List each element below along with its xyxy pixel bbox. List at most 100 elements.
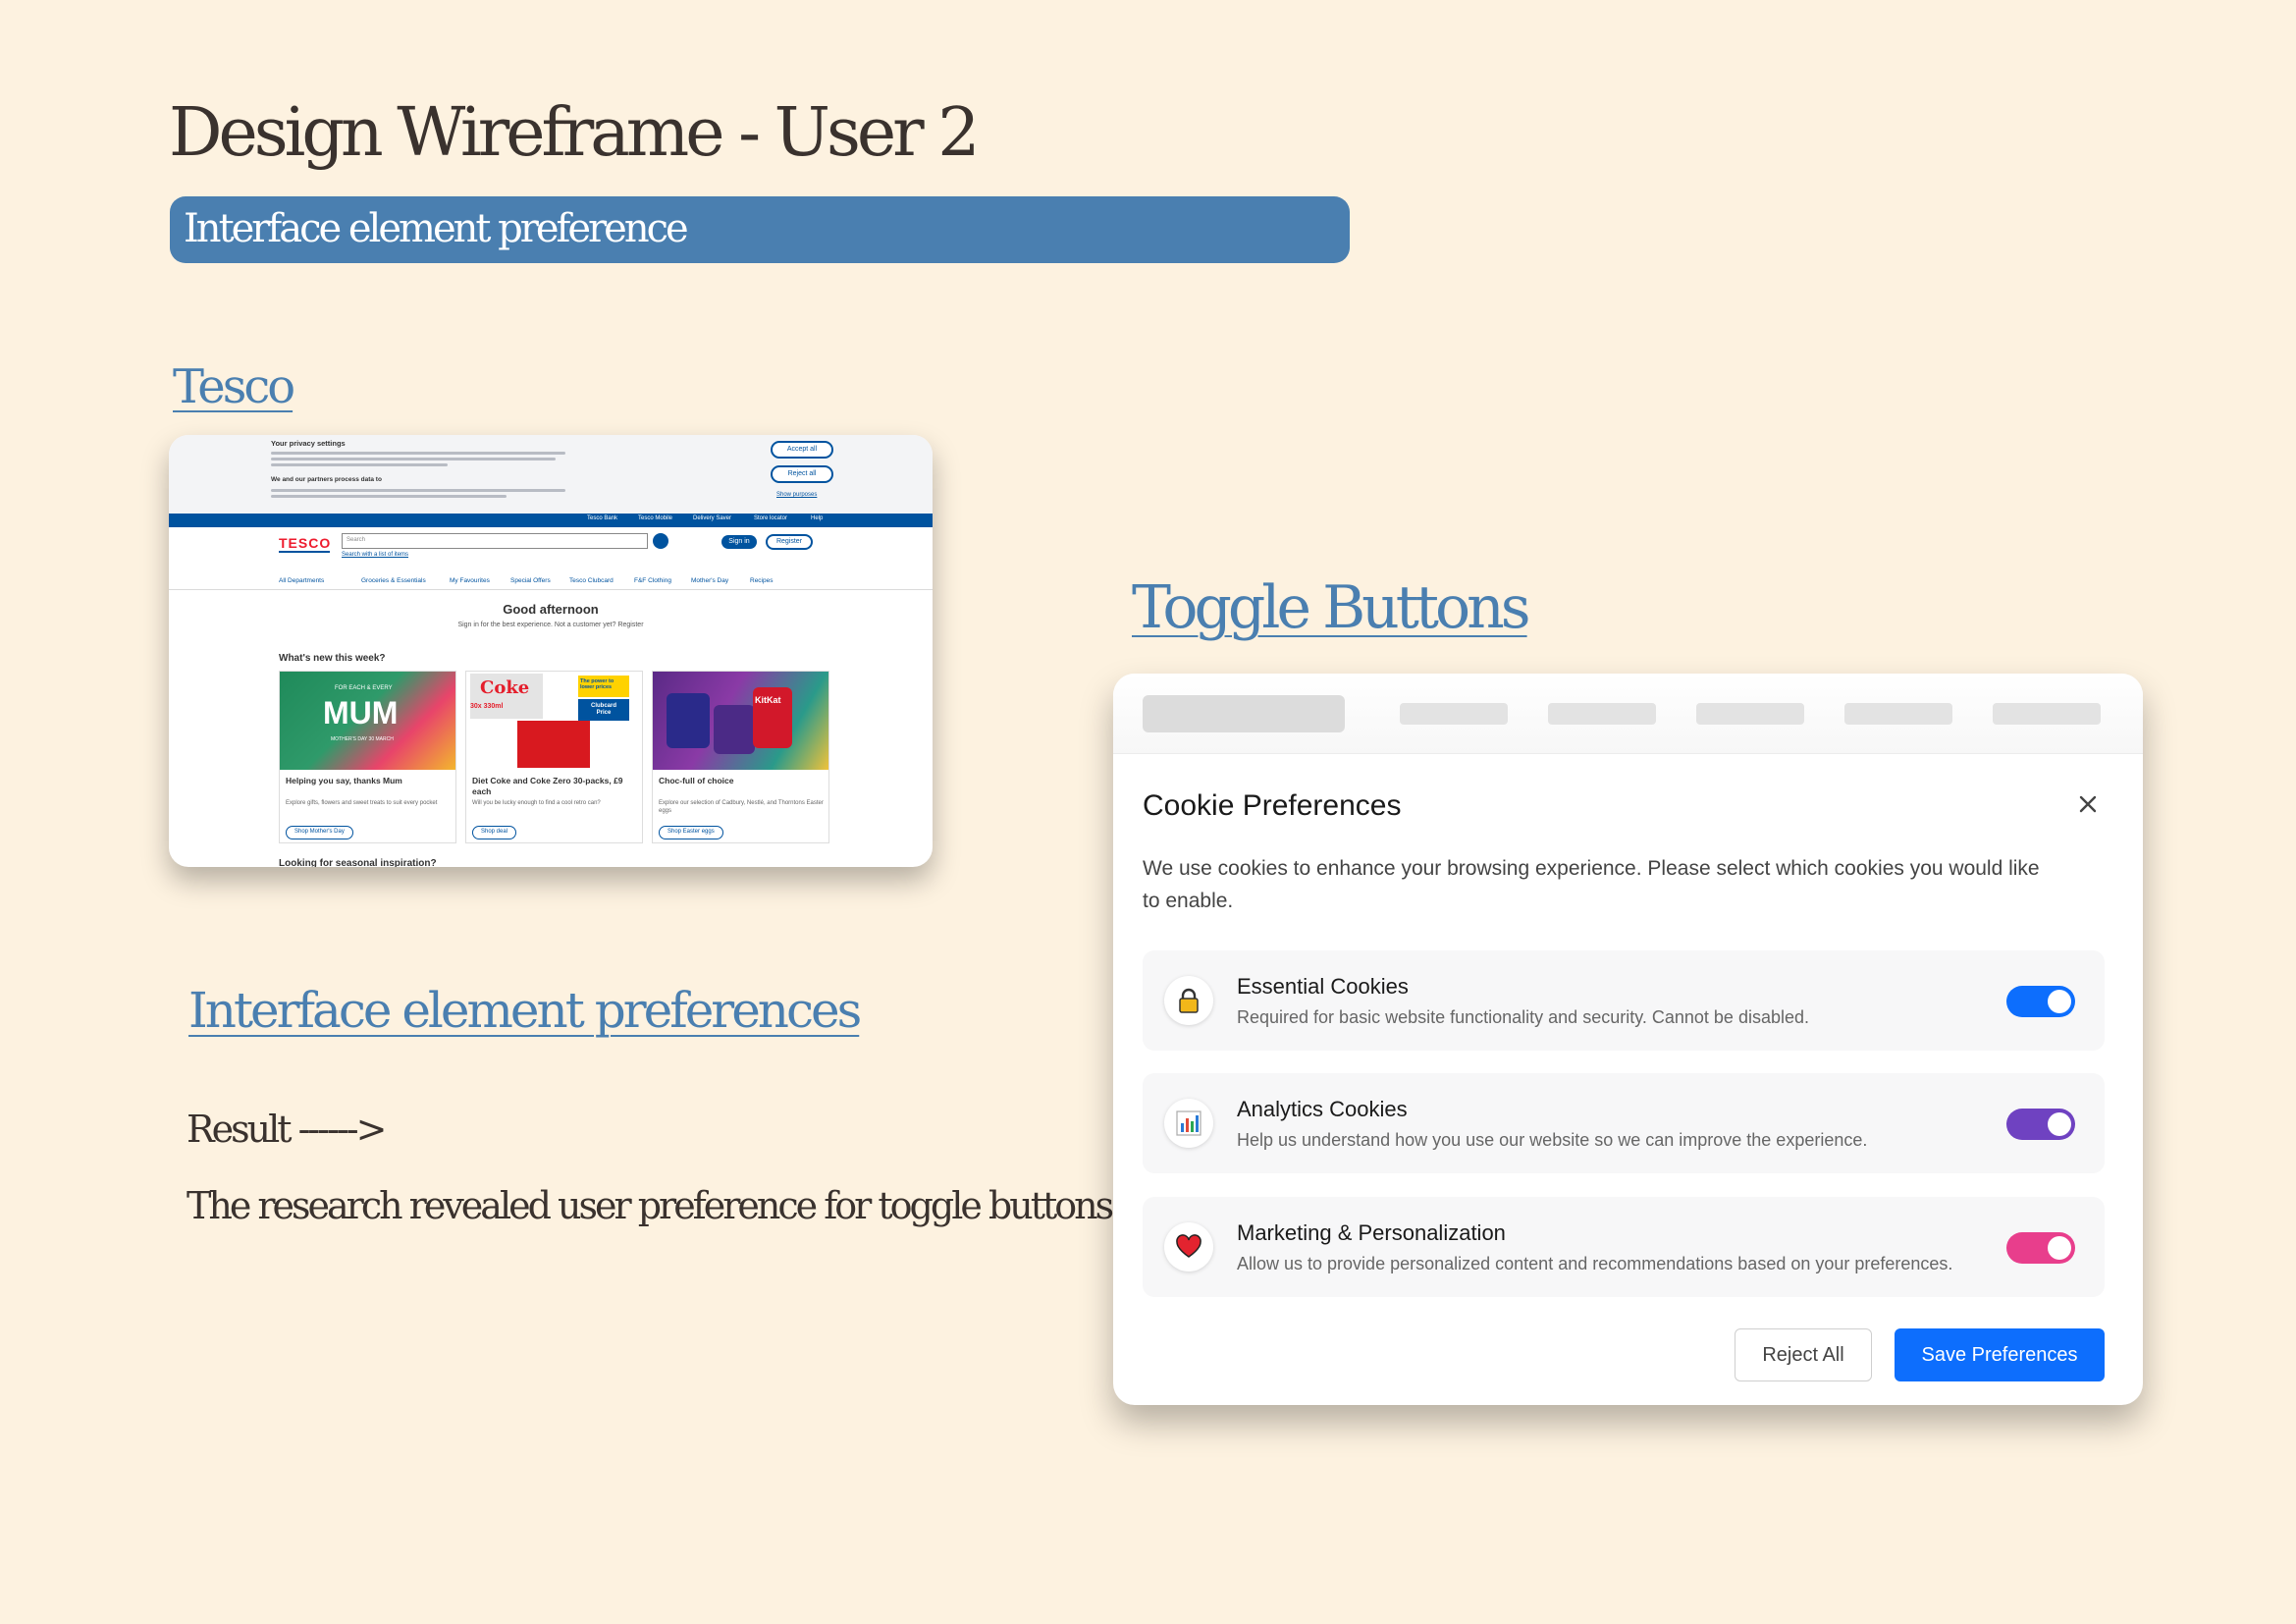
marketing-cookies-toggle[interactable] <box>2006 1232 2075 1264</box>
heart-icon <box>1164 1222 1213 1272</box>
search-icon[interactable] <box>653 533 668 549</box>
tesco-sign-in-button[interactable]: Sign in <box>721 535 757 549</box>
top-link[interactable]: Store locator <box>754 515 787 521</box>
tile-button[interactable]: Shop deal <box>472 826 517 839</box>
toggle-knob <box>2048 1236 2071 1260</box>
dialog-title: Cookie Preferences <box>1143 789 1402 822</box>
tesco-search-input[interactable]: Search <box>342 533 648 549</box>
nav-item[interactable]: F&F Clothing <box>634 577 671 584</box>
top-link[interactable]: Delivery Saver <box>693 515 731 521</box>
save-preferences-button[interactable]: Save Preferences <box>1895 1328 2105 1381</box>
top-link[interactable]: Help <box>811 515 823 521</box>
promo-tile[interactable]: Coke 30x 330ml The power to lower prices… <box>465 671 643 843</box>
pack-size: 30x 330ml <box>470 703 504 710</box>
clubcard-badge-text: Clubcard Price <box>590 703 616 716</box>
cookie-option-desc: Allow us to provide personalized content… <box>1237 1254 1953 1273</box>
top-link[interactable]: Tesco Bank <box>587 515 617 521</box>
result-text: Result ------> <box>187 1108 387 1151</box>
placeholder-nav-item <box>1993 703 2101 725</box>
tile-button[interactable]: Shop Mother's Day <box>286 826 353 839</box>
tesco-register-button[interactable]: Register <box>766 534 813 550</box>
privacy-text-line <box>271 489 565 492</box>
toggle-buttons-link[interactable]: Toggle Buttons <box>1132 573 1531 642</box>
banner-date: MOTHER'S DAY 30 MARCH <box>331 736 394 742</box>
promo-image: Coke 30x 330ml The power to lower prices… <box>466 672 642 770</box>
research-finding: The research revealed user preference fo… <box>187 1184 1114 1227</box>
promo-image: FOR EACH & EVERY MUM MOTHER'S DAY 30 MAR… <box>280 672 455 770</box>
tile-desc: Explore gifts, flowers and sweet treats … <box>286 800 438 806</box>
placeholder-nav-item <box>1400 703 1508 725</box>
nav-item[interactable]: Recipes <box>750 577 773 584</box>
bar-chart-icon <box>1164 1099 1213 1148</box>
placeholder-header <box>1113 674 2143 754</box>
privacy-banner: Your privacy settings We and our partner… <box>169 435 933 514</box>
section-title: What's new this week? <box>279 653 386 664</box>
placeholder-nav-item <box>1844 703 1952 725</box>
page-title: Design Wireframe - User 2 <box>169 94 981 172</box>
cookie-option-title: Analytics Cookies <box>1237 1097 1408 1121</box>
tesco-link[interactable]: Tesco <box>173 359 295 414</box>
nav-item[interactable]: Special Offers <box>510 577 551 584</box>
tesco-logo[interactable]: TESCO <box>279 535 331 551</box>
dialog-description: We use cookies to enhance your browsing … <box>1143 857 2040 912</box>
cookie-option-analytics: Analytics Cookies Help us understand how… <box>1143 1073 2105 1173</box>
lock-icon <box>1164 976 1213 1025</box>
promo-tile[interactable]: KitKat Choc-full of choice Explore our s… <box>652 671 829 843</box>
privacy-text-line <box>271 458 556 460</box>
show-purposes-link[interactable]: Show purposes <box>776 492 817 498</box>
galaxy-egg-box <box>667 693 710 748</box>
tesco-logo-stripe <box>279 551 330 553</box>
subtitle-text: Interface element preference <box>184 206 689 251</box>
tile-title: Choc-full of choice <box>659 776 734 785</box>
banner-mum: MUM <box>323 695 399 731</box>
interface-element-preferences-link[interactable]: Interface element preferences <box>188 982 862 1039</box>
privacy-subtitle: We and our partners process data to <box>271 476 382 483</box>
twirl-egg-box <box>714 705 755 754</box>
privacy-title: Your privacy settings <box>271 439 346 448</box>
section-title: Looking for seasonal inspiration? <box>279 858 437 867</box>
toggle-knob <box>2048 1112 2071 1136</box>
tesco-screenshot: Your privacy settings We and our partner… <box>169 435 933 867</box>
privacy-text-line <box>271 463 448 466</box>
cookie-option-desc: Help us understand how you use our websi… <box>1237 1130 1868 1150</box>
placeholder-nav-item <box>1548 703 1656 725</box>
coke-wordmark: Coke <box>480 677 530 698</box>
nav-item[interactable]: Mother's Day <box>691 577 728 584</box>
banner-small: FOR EACH & EVERY <box>335 685 393 691</box>
toggle-knob <box>2048 990 2071 1013</box>
tile-button[interactable]: Shop Easter eggs <box>659 826 723 839</box>
promo-tile[interactable]: FOR EACH & EVERY MUM MOTHER'S DAY 30 MAR… <box>279 671 456 843</box>
tile-title: Diet Coke and Coke Zero 30-packs, £9 eac… <box>472 776 623 796</box>
reject-all-button[interactable]: Reject all <box>771 465 833 483</box>
essential-cookies-toggle[interactable] <box>2006 986 2075 1017</box>
coke-pack <box>517 721 590 768</box>
reject-all-button[interactable]: Reject All <box>1735 1328 1872 1381</box>
privacy-text-line <box>271 452 565 455</box>
cookie-option-marketing: Marketing & Personalization Allow us to … <box>1143 1197 2105 1297</box>
tile-title: Helping you say, thanks Mum <box>286 776 402 785</box>
privacy-text-line <box>271 495 507 498</box>
cookie-option-title: Marketing & Personalization <box>1237 1220 1506 1245</box>
search-placeholder: Search <box>347 537 366 543</box>
nav-item[interactable]: My Favourites <box>450 577 490 584</box>
accept-all-button[interactable]: Accept all <box>771 441 833 459</box>
nav-item[interactable]: Groceries & Essentials <box>361 577 426 584</box>
kitkat-wordmark: KitKat <box>755 695 781 705</box>
greeting-subtext: Sign in for the best experience. Not a c… <box>457 622 644 628</box>
top-link[interactable]: Tesco Mobile <box>638 515 672 521</box>
placeholder-nav-item <box>1696 703 1804 725</box>
promo-image: KitKat <box>653 672 828 770</box>
cookie-option-essential: Essential Cookies Required for basic web… <box>1143 950 2105 1051</box>
cookie-option-desc: Required for basic website functionality… <box>1237 1007 1809 1027</box>
nav-item[interactable]: All Departments <box>279 577 324 584</box>
nav-item[interactable]: Tesco Clubcard <box>569 577 614 584</box>
greeting: Good afternoon <box>503 602 599 617</box>
search-list-link[interactable]: Search with a list of items <box>342 552 408 558</box>
cookie-option-title: Essential Cookies <box>1237 974 1409 999</box>
analytics-cookies-toggle[interactable] <box>2006 1109 2075 1140</box>
close-icon[interactable] <box>2073 789 2103 819</box>
cookie-preferences-dialog: Cookie Preferences We use cookies to enh… <box>1113 674 2143 1405</box>
nav-divider <box>169 589 933 590</box>
tile-desc: Explore our selection of Cadbury, Nestlé… <box>659 800 824 814</box>
tile-desc: Will you be lucky enough to find a cool … <box>472 800 601 806</box>
